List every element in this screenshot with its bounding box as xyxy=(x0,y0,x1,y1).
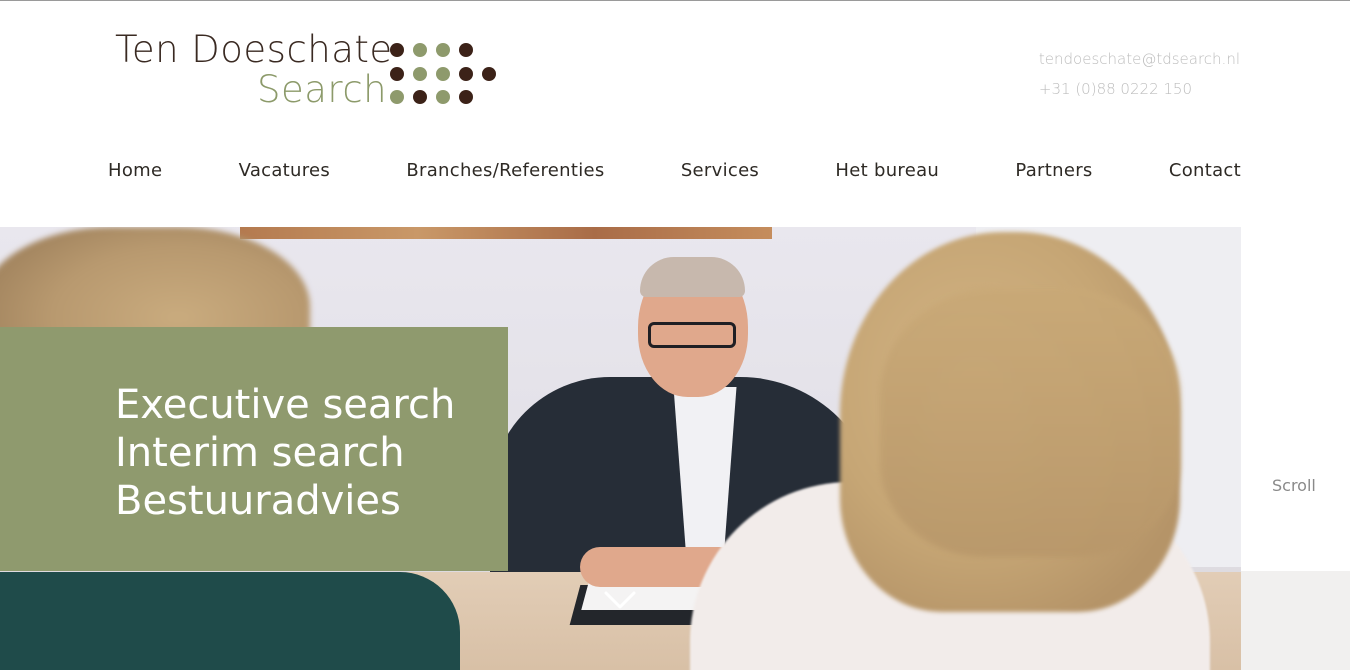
top-border xyxy=(0,0,1350,1)
contact-phone-link[interactable]: +31 (0)88 0222 150 xyxy=(1039,74,1240,104)
contact-email-link[interactable]: tendoeschate@tdsearch.nl xyxy=(1039,44,1240,74)
logo-dots-icon xyxy=(390,43,510,105)
logo-text-line2: Search xyxy=(257,68,388,111)
nav-item-partners[interactable]: Partners xyxy=(1015,160,1092,186)
nav-item-branches-referenties[interactable]: Branches/Referenties xyxy=(406,160,604,186)
nav-item-contact[interactable]: Contact xyxy=(1169,160,1241,186)
logo[interactable]: Ten Doeschate Search xyxy=(115,28,515,111)
contact-info: tendoeschate@tdsearch.nl +31 (0)88 0222 … xyxy=(1039,44,1240,104)
hero-line-executive-search: Executive search xyxy=(115,382,456,428)
nav-item-home[interactable]: Home xyxy=(108,160,162,186)
nav-item-vacatures[interactable]: Vacatures xyxy=(239,160,331,186)
logo-text-line1: Ten Doeschate xyxy=(115,28,393,71)
chevron-down-icon[interactable] xyxy=(603,589,637,611)
hero-headline: Executive search Interim search Bestuura… xyxy=(115,381,455,525)
hero-line-interim-search: Interim search xyxy=(115,430,405,476)
hero-text-box: Executive search Interim search Bestuura… xyxy=(0,327,508,571)
hero-section: Executive search Interim search Bestuura… xyxy=(0,227,1241,670)
main-nav: Home Vacatures Branches/Referenties Serv… xyxy=(108,160,1241,186)
nav-item-services[interactable]: Services xyxy=(681,160,759,186)
hero-line-bestuuradvies: Bestuuradvies xyxy=(115,478,401,524)
scroll-link[interactable]: Scroll xyxy=(1272,476,1316,495)
side-panel xyxy=(1241,571,1350,670)
nav-item-het-bureau[interactable]: Het bureau xyxy=(835,160,939,186)
